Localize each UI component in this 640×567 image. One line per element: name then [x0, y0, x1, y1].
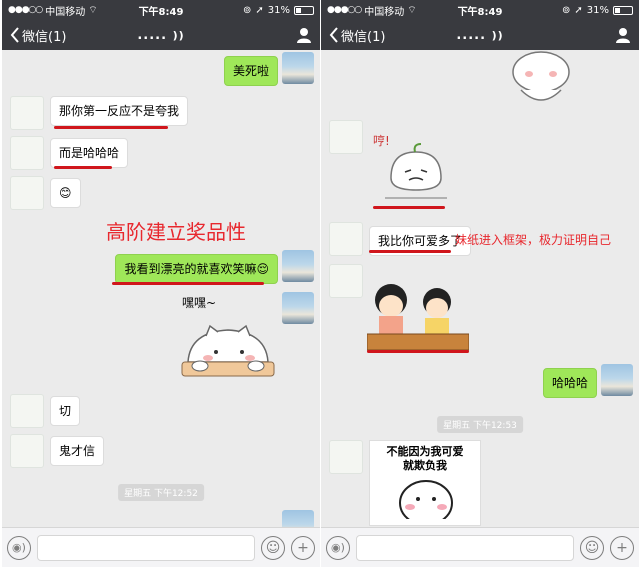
voice-button[interactable]: ◉)	[7, 535, 31, 560]
avatar-contact[interactable]	[10, 136, 44, 170]
sticker-maruko[interactable]	[367, 280, 469, 352]
right-chat-screen: ●●●○○ 中国移动 ⌔ 下午8:49 ⊚ ➚ 31% 微信(1) ..... …	[321, 0, 639, 567]
back-label: 微信(1)	[341, 29, 386, 45]
avatar-self[interactable]	[601, 364, 633, 396]
user-icon	[297, 28, 311, 43]
earpiece-icon: ))	[172, 28, 185, 42]
sticker-caption: 嘿嘿~	[182, 296, 217, 310]
message-bubble-in[interactable]: 切	[50, 396, 81, 426]
avatar-contact[interactable]	[329, 222, 363, 256]
nav-bar: 微信(1) ..... ))	[2, 20, 320, 50]
meme-face	[399, 480, 453, 525]
avatar-contact[interactable]	[10, 434, 44, 468]
sticker-bear[interactable]	[501, 50, 581, 110]
avatar-self[interactable]	[282, 292, 314, 324]
voice-button[interactable]: ◉)	[326, 535, 350, 560]
meme-text: 不能因为我可爱 就欺负我	[386, 445, 464, 472]
message-list[interactable]: 美死啦 那你第一反应不是夸我 而是哈哈哈 😊 高阶建立奖品性 我看到漂亮的就喜欢…	[2, 50, 320, 527]
plus-icon: +	[297, 539, 309, 556]
chat-title: ..... ))	[456, 27, 504, 43]
red-underline	[54, 126, 168, 129]
timestamp: 星期五 下午12:52	[118, 484, 204, 501]
avatar-contact[interactable]	[329, 440, 363, 474]
emoji-icon: ☺	[584, 539, 600, 556]
avatar-contact[interactable]	[10, 394, 44, 428]
contact-info-button[interactable]	[202, 27, 312, 43]
location-icon: ➚	[255, 4, 264, 16]
battery-percent: 31%	[586, 4, 609, 16]
lock-icon: ⊚	[242, 4, 252, 16]
emoji-icon: ☺	[265, 539, 281, 556]
annotation-text: 高阶建立奖品性	[106, 220, 246, 244]
message-bubble-in[interactable]: 那你第一反应不是夸我	[50, 96, 189, 126]
avatar-contact[interactable]	[329, 264, 363, 298]
red-underline	[367, 350, 469, 353]
earpiece-icon: ))	[491, 28, 504, 42]
message-input[interactable]	[37, 534, 255, 561]
avatar-self[interactable]	[282, 52, 314, 84]
red-underline	[369, 250, 451, 253]
message-input[interactable]	[356, 534, 574, 561]
avatar-self[interactable]	[282, 510, 314, 527]
plus-button[interactable]: +	[291, 535, 315, 560]
avatar-contact[interactable]	[10, 176, 44, 210]
sticker-cat[interactable]	[180, 322, 276, 382]
annotation-text: 妹纸进入框架，极力证明自己	[455, 233, 612, 247]
input-bar: ◉) ☺ +	[321, 527, 639, 567]
carrier-label: 中国移动	[364, 6, 405, 18]
battery-icon	[613, 5, 633, 15]
signal-icon: ●●●○○	[327, 5, 362, 15]
clock: 下午8:49	[457, 6, 503, 18]
input-bar: ◉) ☺ +	[2, 527, 320, 567]
lock-icon: ⊚	[561, 4, 571, 16]
back-chevron-icon	[329, 27, 338, 43]
carrier-label: 中国移动	[45, 6, 86, 18]
clock: 下午8:49	[138, 6, 184, 18]
contact-info-button[interactable]	[521, 27, 631, 43]
chat-title: ..... ))	[137, 27, 185, 43]
plus-button[interactable]: +	[610, 535, 634, 560]
user-icon	[616, 28, 630, 43]
left-chat-screen: ●●●○○ 中国移动 ⌔ 下午8:49 ⊚ ➚ 31% 微信(1) ..... …	[2, 0, 320, 567]
red-underline	[112, 282, 264, 285]
location-icon: ➚	[574, 4, 583, 16]
message-bubble-in[interactable]: 而是哈哈哈	[50, 138, 129, 168]
voice-icon: ◉)	[12, 541, 26, 554]
avatar-self[interactable]	[282, 250, 314, 282]
battery-percent: 31%	[267, 4, 290, 16]
signal-icon: ●●●○○	[8, 5, 43, 15]
message-bubble-out[interactable]: 美死啦	[223, 56, 278, 86]
status-bar: ●●●○○ 中国移动 ⌔ 下午8:49 ⊚ ➚ 31%	[2, 0, 320, 20]
avatar-contact[interactable]	[10, 96, 44, 130]
voice-icon: ◉)	[331, 541, 345, 554]
nav-bar: 微信(1) ..... ))	[321, 20, 639, 50]
emoji-button[interactable]: ☺	[261, 535, 285, 560]
emoji-button[interactable]: ☺	[580, 535, 604, 560]
wifi-icon: ⌔	[407, 4, 417, 16]
status-bar: ●●●○○ 中国移动 ⌔ 下午8:49 ⊚ ➚ 31%	[321, 0, 639, 20]
red-underline	[54, 166, 112, 169]
timestamp: 星期五 下午12:53	[437, 416, 523, 433]
message-list[interactable]: 哼! 我比你可爱多了 妹纸进入框架，极力证明自己 哈哈哈 星期五 下午12:53…	[321, 50, 639, 527]
back-button[interactable]: 微信(1)	[10, 26, 120, 45]
plus-icon: +	[616, 539, 628, 556]
meme-image[interactable]: 不能因为我可爱 就欺负我	[369, 440, 481, 526]
back-label: 微信(1)	[22, 29, 67, 45]
red-underline	[373, 206, 445, 209]
message-bubble-in[interactable]: 😊	[50, 178, 81, 208]
avatar-contact[interactable]	[329, 120, 363, 154]
sticker-bun[interactable]	[385, 142, 447, 202]
message-bubble-out[interactable]: 我看到漂亮的就喜欢笑嘛😌	[115, 254, 278, 284]
message-bubble-out[interactable]: 哈哈哈	[542, 368, 597, 398]
message-bubble-in[interactable]: 鬼才信	[50, 436, 105, 466]
back-chevron-icon	[10, 27, 19, 43]
battery-icon	[294, 5, 314, 15]
back-button[interactable]: 微信(1)	[329, 26, 439, 45]
wifi-icon: ⌔	[88, 4, 98, 16]
